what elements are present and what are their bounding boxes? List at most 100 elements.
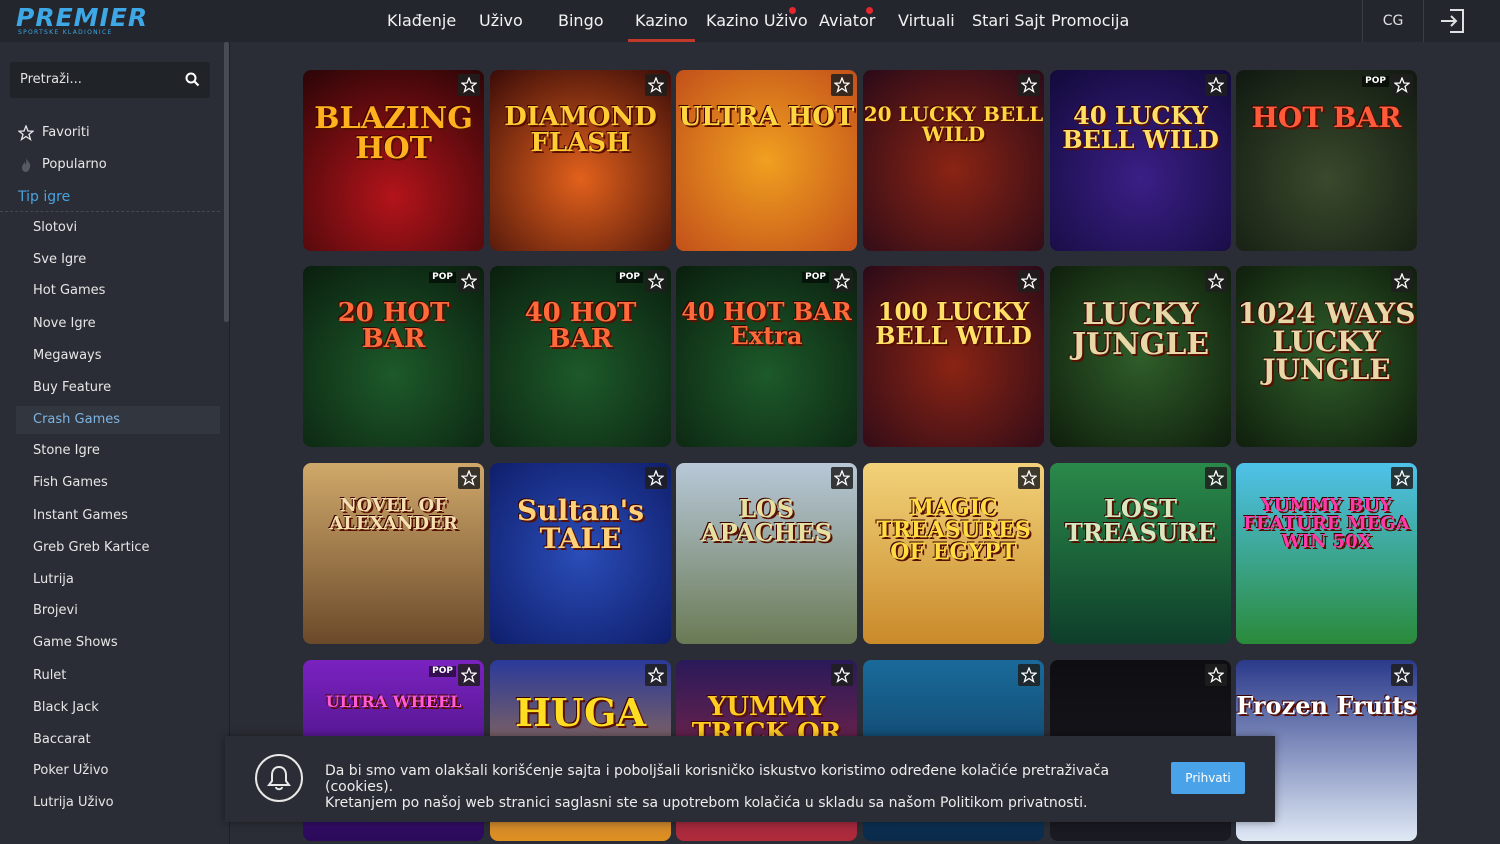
- game-tile[interactable]: LOS APACHES: [676, 463, 857, 644]
- game-title: MAGIC TREASURES OF EGYPT: [876, 495, 1031, 565]
- game-tile[interactable]: 100 LUCKY BELL WILD: [863, 266, 1044, 447]
- game-tile[interactable]: 20 HOT BAR POP: [303, 266, 484, 447]
- nav-kazino[interactable]: Kazino: [628, 0, 695, 42]
- top-navigation: PREMIER SPORTSKE KLADIONICE Klađenje Uži…: [0, 0, 1500, 42]
- popular-badge: POP: [1362, 76, 1389, 87]
- category-item[interactable]: Poker Uživo: [33, 761, 108, 781]
- search-input[interactable]: Pretraži...: [20, 62, 82, 98]
- sidebar-link-popularno[interactable]: Popularno: [18, 154, 107, 176]
- game-title: 40 HOT BAR: [524, 298, 637, 354]
- game-title: LUCKY JUNGLE: [1071, 297, 1210, 362]
- nav-uzivo[interactable]: Uživo: [479, 0, 523, 42]
- category-item[interactable]: Rulet: [33, 666, 66, 686]
- favorite-star-icon[interactable]: [458, 664, 480, 686]
- favorite-star-icon[interactable]: [1018, 664, 1040, 686]
- nav-aviator[interactable]: Aviator: [819, 0, 875, 42]
- category-item[interactable]: Nove Igre: [33, 314, 96, 334]
- favorite-star-icon[interactable]: [1391, 74, 1413, 96]
- sidebar-scrollbar[interactable]: [224, 42, 229, 322]
- favorite-star-icon[interactable]: [458, 74, 480, 96]
- favorite-star-icon[interactable]: [831, 74, 853, 96]
- category-item[interactable]: Brojevi: [33, 601, 78, 621]
- favorite-star-icon[interactable]: [1205, 270, 1227, 292]
- game-tile[interactable]: LOST TREASURE: [1050, 463, 1231, 644]
- game-title: 20 HOT BAR: [337, 298, 450, 354]
- game-tile[interactable]: ULTRA HOT: [676, 70, 857, 251]
- popular-badge: POP: [429, 666, 456, 677]
- star-icon: [18, 125, 34, 141]
- category-item[interactable]: Megaways: [33, 346, 102, 366]
- nav-stari-sajt[interactable]: Stari Sajt: [972, 0, 1045, 42]
- game-tile[interactable]: MAGIC TREASURES OF EGYPT: [863, 463, 1044, 644]
- category-item[interactable]: Instant Games: [33, 506, 128, 526]
- favorite-star-icon[interactable]: [1391, 467, 1413, 489]
- logo-text: PREMIER: [16, 3, 149, 32]
- game-tile[interactable]: 40 LUCKY BELL WILD: [1050, 70, 1231, 251]
- game-tile[interactable]: BLAZING HOT: [303, 70, 484, 251]
- favorite-star-icon[interactable]: [1018, 467, 1040, 489]
- category-item[interactable]: Stone Igre: [33, 441, 100, 461]
- favorite-star-icon[interactable]: [458, 270, 480, 292]
- bell-icon: [255, 754, 303, 802]
- category-item[interactable]: Lutrija: [33, 570, 74, 590]
- category-item[interactable]: Hot Games: [33, 281, 105, 301]
- game-tile[interactable]: 1024 WAYS LUCKY JUNGLE: [1236, 266, 1417, 447]
- sidebar-link-label: Favoriti: [42, 125, 90, 140]
- game-title: HOT BAR: [1251, 101, 1402, 134]
- favorite-star-icon[interactable]: [645, 467, 667, 489]
- game-title: DIAMOND FLASH: [504, 102, 657, 158]
- category-item[interactable]: Slotovi: [33, 218, 77, 238]
- nav-bingo[interactable]: Bingo: [558, 0, 604, 42]
- game-tile[interactable]: 40 HOT BAR Extra POP: [676, 266, 857, 447]
- favorite-star-icon[interactable]: [831, 467, 853, 489]
- favorite-star-icon[interactable]: [1205, 664, 1227, 686]
- favorite-star-icon[interactable]: [1205, 74, 1227, 96]
- game-title: NOVEL OF ALEXANDER: [329, 495, 458, 534]
- game-tile[interactable]: HOT BAR POP: [1236, 70, 1417, 251]
- favorite-star-icon[interactable]: [831, 270, 853, 292]
- favorite-star-icon[interactable]: [1391, 270, 1413, 292]
- game-title: LOS APACHES: [701, 494, 832, 547]
- category-item[interactable]: Fish Games: [33, 473, 108, 493]
- favorite-star-icon[interactable]: [645, 270, 667, 292]
- favorite-star-icon[interactable]: [645, 74, 667, 96]
- game-tile[interactable]: DIAMOND FLASH: [490, 70, 671, 251]
- search-box[interactable]: Pretraži...: [10, 62, 210, 98]
- nav-virtuali[interactable]: Virtuali: [898, 0, 955, 42]
- favorite-star-icon[interactable]: [458, 467, 480, 489]
- game-tile[interactable]: YUMMY BUY FEATURE MEGA WIN 50X: [1236, 463, 1417, 644]
- logo-tagline: SPORTSKE KLADIONICE: [18, 29, 113, 36]
- game-tile[interactable]: Sultan's TALE: [490, 463, 671, 644]
- category-item[interactable]: Baccarat: [33, 730, 91, 750]
- premier-logo[interactable]: PREMIER SPORTSKE KLADIONICE: [16, 5, 148, 37]
- language-selector[interactable]: CG: [1362, 0, 1424, 42]
- category-item[interactable]: Sve Igre: [33, 250, 86, 270]
- game-tile[interactable]: LUCKY JUNGLE: [1050, 266, 1231, 447]
- favorite-star-icon[interactable]: [1018, 74, 1040, 96]
- sidebar-link-label: Popularno: [42, 157, 107, 172]
- favorite-star-icon[interactable]: [1391, 664, 1413, 686]
- nav-kladjenje[interactable]: Klađenje: [387, 0, 456, 42]
- game-tile[interactable]: 40 HOT BAR POP: [490, 266, 671, 447]
- category-item[interactable]: Buy Feature: [33, 378, 111, 398]
- search-icon[interactable]: [185, 72, 200, 87]
- category-item[interactable]: Black Jack: [33, 698, 99, 718]
- cookie-message: Da bi smo vam olakšali korišćenje sajta …: [325, 763, 1175, 811]
- category-item[interactable]: Crash Games: [33, 410, 120, 430]
- nav-promocija[interactable]: Promocija: [1051, 0, 1129, 42]
- favorite-star-icon[interactable]: [831, 664, 853, 686]
- accept-cookies-button[interactable]: Prihvati: [1171, 762, 1245, 794]
- login-button[interactable]: [1423, 0, 1481, 42]
- favorite-star-icon[interactable]: [645, 664, 667, 686]
- sidebar-divider: [229, 42, 230, 844]
- favorite-star-icon[interactable]: [1205, 467, 1227, 489]
- category-item[interactable]: Lutrija Uživo: [33, 793, 114, 813]
- section-tip-igre[interactable]: Tip igre: [18, 189, 70, 205]
- favorite-star-icon[interactable]: [1018, 270, 1040, 292]
- game-title: HUGA: [515, 690, 646, 735]
- game-tile[interactable]: NOVEL OF ALEXANDER: [303, 463, 484, 644]
- category-item[interactable]: Greb Greb Kartice: [33, 538, 150, 558]
- sidebar-link-favoriti[interactable]: Favoriti: [18, 122, 90, 144]
- category-item[interactable]: Game Shows: [33, 633, 118, 653]
- game-tile[interactable]: 20 LUCKY BELL WILD: [863, 70, 1044, 251]
